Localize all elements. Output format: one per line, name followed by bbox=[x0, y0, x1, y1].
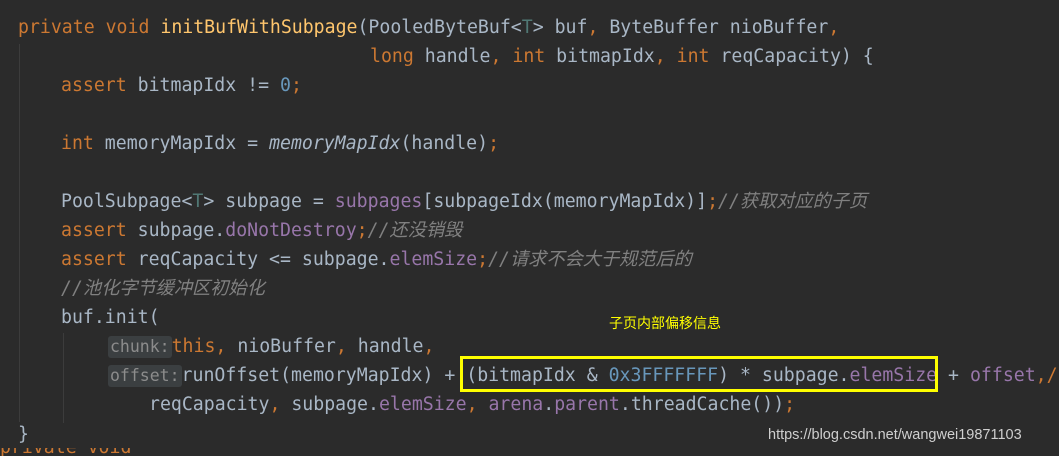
code-token: handle bbox=[346, 336, 424, 357]
code-token: , bbox=[269, 394, 281, 415]
code-token: elemSize bbox=[389, 249, 478, 270]
code-token: long bbox=[370, 46, 414, 67]
code-comment: //请求不会大于规范后的 bbox=[488, 249, 692, 270]
code-line-9: buf.init( bbox=[61, 303, 160, 332]
parameter-hint-offset: offset: bbox=[108, 365, 182, 387]
code-line-6: assert subpage.doNotDestroy;//还没销毁 bbox=[61, 216, 462, 245]
code-token: , bbox=[587, 17, 599, 38]
code-token: reqCapacity bbox=[149, 394, 270, 415]
code-comment: //还没销毁 bbox=[367, 220, 463, 241]
code-line-2: long handle, int bitmapIdx, int reqCapac… bbox=[370, 42, 874, 71]
code-token: ; bbox=[290, 75, 302, 96]
code-token: , bbox=[828, 17, 840, 38]
code-token: , bbox=[654, 46, 666, 67]
code-token: > subpage = bbox=[203, 191, 335, 212]
code-token: ; bbox=[488, 133, 500, 154]
code-token: parent bbox=[554, 394, 620, 415]
code-token: subpages bbox=[334, 191, 423, 212]
code-token: > buf bbox=[532, 17, 588, 38]
code-line-7: assert reqCapacity <= subpage.elemSize;/… bbox=[61, 245, 692, 274]
code-line-12: reqCapacity, subpage.elemSize, arena.par… bbox=[149, 390, 795, 419]
code-token: ByteBuffer nioBuffer bbox=[598, 17, 829, 38]
code-line-3: assert bitmapIdx != 0; bbox=[61, 71, 302, 100]
code-token: PoolSubpage< bbox=[61, 191, 193, 212]
annotation-label: 子页内部偏移信息 bbox=[609, 316, 721, 332]
code-token: assert bbox=[61, 249, 127, 270]
code-token: (handle) bbox=[400, 133, 489, 154]
code-token: subpage. bbox=[126, 220, 226, 241]
indent-guide bbox=[19, 44, 20, 422]
code-token: int bbox=[676, 46, 710, 67]
highlight-box bbox=[460, 356, 938, 392]
code-token: elemSize bbox=[378, 394, 467, 415]
code-token: [subpageIdx(memoryMapIdx)] bbox=[422, 191, 708, 212]
code-token: ; bbox=[477, 249, 489, 270]
code-token: handle bbox=[413, 46, 491, 67]
code-token: buf.init( bbox=[61, 307, 160, 328]
code-token: , bbox=[466, 394, 478, 415]
code-line-10: chunk: this, nioBuffer, handle, bbox=[108, 332, 434, 361]
code-token: ; bbox=[356, 220, 368, 241]
code-token: bitmapIdx != bbox=[126, 75, 281, 96]
code-token: , bbox=[335, 336, 347, 357]
code-token: ; bbox=[784, 394, 796, 415]
code-token: bitmapIdx bbox=[545, 46, 655, 67]
code-line-8: //池化字节缓冲区初始化 bbox=[61, 274, 265, 303]
code-token: .threadCache()) bbox=[619, 394, 785, 415]
code-token: T bbox=[521, 17, 533, 38]
code-token: memoryMapIdx = bbox=[93, 133, 270, 154]
code-line-14-partial: private void bbox=[0, 448, 140, 456]
code-editor[interactable]: private void initBufWithSubpage(PooledBy… bbox=[0, 0, 1059, 456]
code-token: 0 bbox=[280, 75, 291, 96]
code-token: private void bbox=[0, 448, 131, 456]
code-token: void bbox=[105, 17, 150, 38]
parameter-hint-chunk: chunk: bbox=[108, 336, 172, 358]
code-token: , bbox=[423, 336, 435, 357]
code-token: initBufWithSubpage bbox=[160, 17, 358, 38]
code-token: private bbox=[18, 17, 95, 38]
code-token: subpage. bbox=[280, 394, 379, 415]
code-token: offset bbox=[969, 365, 1036, 386]
code-token: doNotDestroy bbox=[225, 220, 357, 241]
code-token: reqCapacity <= subpage. bbox=[126, 249, 390, 270]
indent-guide bbox=[63, 333, 64, 423]
code-token: int bbox=[61, 133, 94, 154]
closing-brace: } bbox=[18, 424, 29, 445]
code-token: assert bbox=[61, 220, 127, 241]
code-comment: //池化字节缓冲区初始化 bbox=[61, 278, 265, 299]
watermark: https://blog.csdn.net/wangwei19871103 bbox=[768, 427, 1022, 443]
code-line-13: } bbox=[18, 420, 29, 449]
code-line-5: PoolSubpage<T> subpage = subpages[subpag… bbox=[61, 187, 867, 216]
code-token: memoryMapIdx bbox=[269, 133, 401, 154]
code-token: T bbox=[192, 191, 204, 212]
code-token: (PooledByteBuf< bbox=[357, 17, 522, 38]
code-token: nioBuffer bbox=[226, 336, 336, 357]
code-comment: //获取对应的子页 bbox=[718, 191, 868, 212]
code-token: ,/ bbox=[1035, 365, 1058, 386]
code-token: int bbox=[512, 46, 546, 67]
code-token: , bbox=[490, 46, 502, 67]
code-line-4: int memoryMapIdx = memoryMapIdx(handle); bbox=[61, 129, 499, 158]
code-token: . bbox=[543, 394, 555, 415]
code-token: assert bbox=[61, 75, 127, 96]
code-token: ; bbox=[707, 191, 719, 212]
code-token: this bbox=[171, 336, 216, 357]
code-token: , bbox=[215, 336, 227, 357]
code-token: arena bbox=[488, 394, 544, 415]
code-token: + bbox=[937, 365, 970, 386]
code-line-1: private void initBufWithSubpage(PooledBy… bbox=[18, 13, 839, 42]
code-token: reqCapacity) { bbox=[709, 46, 874, 67]
